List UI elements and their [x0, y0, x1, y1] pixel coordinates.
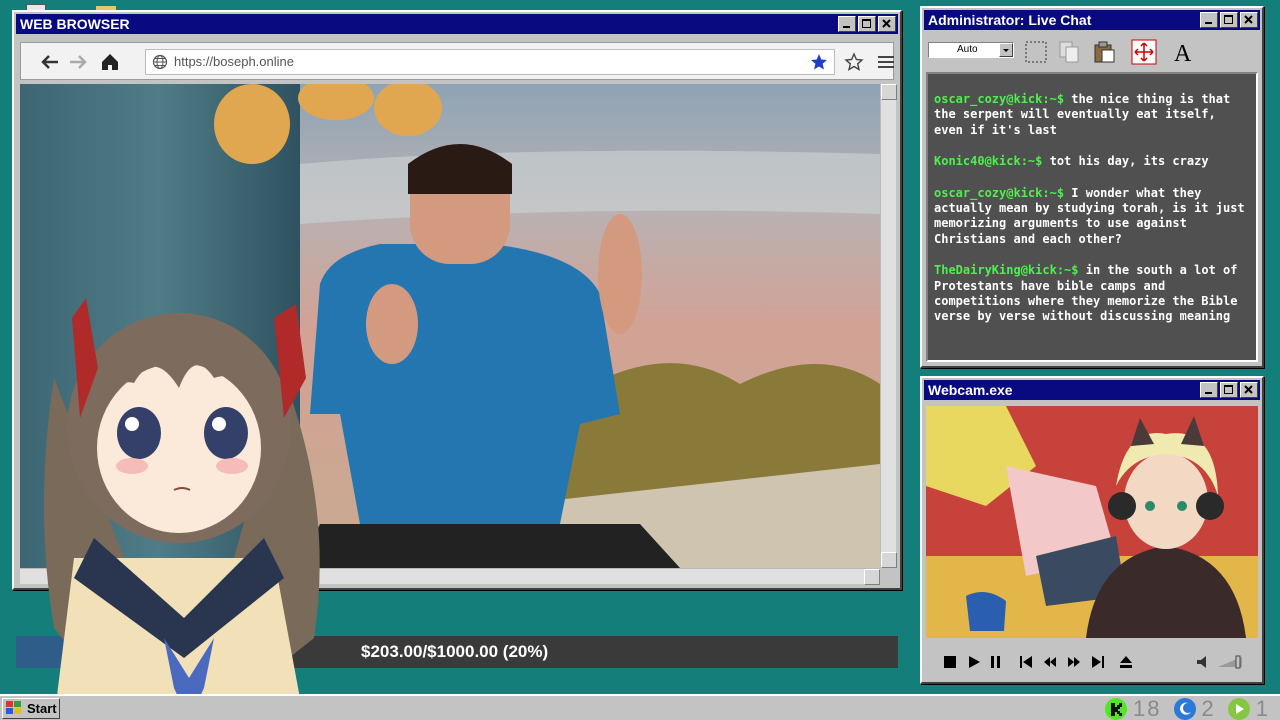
globe-icon: [152, 54, 168, 75]
minimize-button[interactable]: [838, 16, 856, 32]
move-icon[interactable]: [1130, 38, 1158, 66]
close-button[interactable]: [1240, 382, 1258, 398]
url-text: https://boseph.online: [174, 54, 294, 69]
webcam-feed: [926, 406, 1258, 638]
chat-window: Administrator: Live Chat Auto A oscar_co…: [920, 6, 1264, 368]
secondary-viewer-count: 2: [1201, 695, 1216, 720]
paste-icon[interactable]: [1090, 38, 1118, 66]
play-icon[interactable]: [966, 654, 982, 670]
browser-titlebar[interactable]: WEB BROWSER: [16, 14, 898, 34]
vertical-scrollbar[interactable]: [880, 84, 897, 568]
chat-message: oscar_cozy@kick:~$ I wonder what they ac…: [934, 186, 1248, 248]
navigation-bar: https://boseph.online: [20, 42, 894, 80]
skip-forward-icon[interactable]: [1090, 654, 1106, 670]
chat-username[interactable]: TheDairyKing@kick:~$: [934, 263, 1079, 277]
tertiary-viewer-count: 1: [1255, 695, 1270, 720]
forward-arrow-icon[interactable]: [67, 51, 89, 73]
kick-icon[interactable]: [1105, 697, 1128, 720]
stop-icon[interactable]: [942, 654, 958, 670]
menu-icon[interactable]: [875, 51, 897, 73]
taskbar: Start 18 2 1: [0, 694, 1280, 720]
address-bar[interactable]: https://boseph.online: [145, 49, 835, 75]
chat-message: oscar_cozy@kick:~$ the nice thing is tha…: [934, 92, 1248, 138]
windows-logo-icon: [6, 701, 22, 720]
minimize-button[interactable]: [1200, 12, 1218, 28]
fast-forward-icon[interactable]: [1066, 654, 1082, 670]
bookmark-star-icon[interactable]: [810, 53, 828, 76]
chat-message: TheDairyKing@kick:~$ in the south a lot …: [934, 263, 1248, 325]
close-button[interactable]: [878, 16, 896, 32]
scroll-down-arrow[interactable]: [881, 552, 897, 568]
minimize-button[interactable]: [1200, 382, 1218, 398]
chat-username[interactable]: oscar_cozy@kick:~$: [934, 186, 1064, 200]
chat-titlebar[interactable]: Administrator: Live Chat: [924, 10, 1260, 30]
eject-icon[interactable]: [1118, 654, 1134, 670]
svg-text:A: A: [1174, 41, 1192, 64]
system-tray: 18 2 1: [1105, 695, 1276, 720]
chat-message-list[interactable]: oscar_cozy@kick:~$ the nice thing is tha…: [926, 72, 1258, 362]
chat-username[interactable]: oscar_cozy@kick:~$: [934, 92, 1064, 106]
webcam-window: Webcam.exe: [920, 376, 1264, 684]
volume-icon[interactable]: [1196, 654, 1212, 670]
kick-viewer-count: 18: [1133, 695, 1162, 720]
moon-icon[interactable]: [1173, 697, 1196, 720]
font-icon[interactable]: A: [1170, 38, 1198, 66]
chat-title: Administrator: Live Chat: [928, 12, 1092, 28]
goal-text: $203.00/$1000.00 (20%): [361, 642, 549, 661]
chat-message: Konic40@kick:~$ tot his day, its crazy: [934, 154, 1248, 169]
skip-back-icon[interactable]: [1018, 654, 1034, 670]
dropdown-arrow-icon[interactable]: [999, 43, 1013, 57]
start-button[interactable]: Start: [2, 698, 60, 719]
chat-toolbar: Auto A: [924, 32, 1260, 70]
pause-icon[interactable]: [988, 654, 1004, 670]
scroll-right-arrow[interactable]: [864, 569, 880, 585]
select-icon[interactable]: [1022, 38, 1050, 66]
window-title: WEB BROWSER: [20, 16, 130, 32]
start-label: Start: [27, 701, 57, 716]
chat-message-text: tot his day, its crazy: [1042, 154, 1209, 169]
home-icon[interactable]: [99, 51, 121, 73]
vtuber-avatar: [14, 258, 354, 720]
maximize-button[interactable]: [1220, 12, 1238, 28]
rewind-icon[interactable]: [1042, 654, 1058, 670]
copy-icon[interactable]: [1056, 38, 1084, 66]
back-arrow-icon[interactable]: [39, 51, 61, 73]
scroll-up-arrow[interactable]: [881, 84, 897, 100]
zoom-select[interactable]: Auto: [928, 42, 1014, 58]
chat-username[interactable]: Konic40@kick:~$: [934, 154, 1042, 168]
maximize-button[interactable]: [858, 16, 876, 32]
favorites-star-icon[interactable]: [843, 51, 865, 73]
maximize-button[interactable]: [1220, 382, 1238, 398]
close-button[interactable]: [1240, 12, 1258, 28]
zoom-select-value: Auto: [957, 44, 978, 55]
webcam-titlebar[interactable]: Webcam.exe: [924, 380, 1260, 400]
rumble-icon[interactable]: [1227, 697, 1250, 720]
webcam-title: Webcam.exe: [928, 382, 1013, 398]
media-controls: [926, 646, 1258, 678]
volume-slider[interactable]: [1216, 654, 1244, 670]
